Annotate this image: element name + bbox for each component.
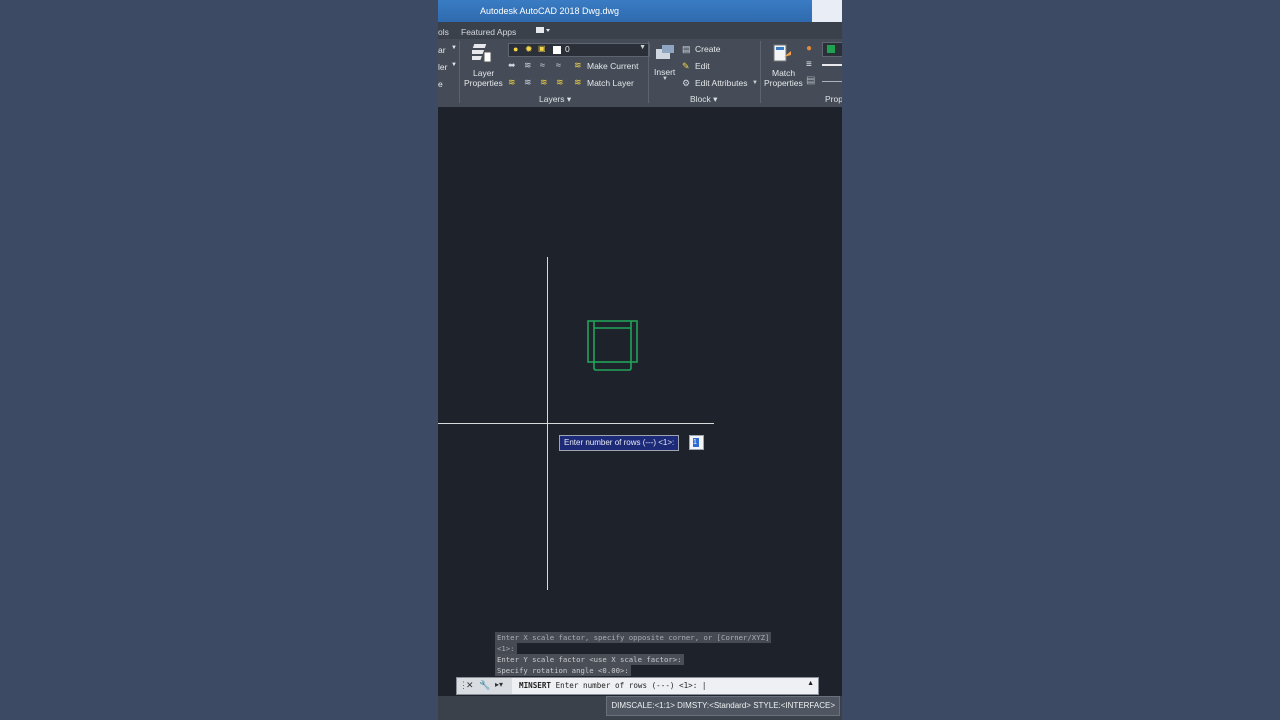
layers-panel-title[interactable]: Layers ▾: [539, 94, 571, 105]
panel-divider: [648, 41, 649, 103]
status-info: DIMSCALE:<1:1> DIMSTY:<Standard> STYLE:<…: [606, 696, 840, 716]
make-current-button[interactable]: Make Current: [587, 61, 639, 71]
autocad-window: Autodesk AutoCAD 2018 Dwg.dwg ols Featur…: [438, 0, 842, 720]
armchair-block[interactable]: [586, 318, 640, 374]
layer-dropdown[interactable]: ● ✹ ▣ 0 ▼: [508, 43, 650, 57]
close-icon[interactable]: ✕: [466, 680, 474, 691]
history-line: <1>:: [495, 643, 517, 654]
command-input[interactable]: MINSERT Enter number of rows (---) <1>: …: [519, 681, 706, 690]
match-properties-icon: [773, 44, 791, 62]
title-bar: Autodesk AutoCAD 2018 Dwg.dwg: [438, 0, 842, 22]
layer-properties-label: Layer: [473, 68, 495, 78]
layer-freeze-icon[interactable]: ≈: [540, 60, 545, 70]
make-current-icon[interactable]: ≋: [574, 60, 582, 71]
lightbulb-icon: ●: [513, 44, 519, 54]
history-line: Enter X scale factor, specify opposite c…: [495, 632, 772, 643]
ribbon-fragment-1[interactable]: ar: [438, 45, 446, 55]
layer-unisolate-icon[interactable]: ≋: [524, 77, 532, 88]
ribbon-fragment-3[interactable]: e: [438, 79, 443, 89]
dropdown-arrow-icon[interactable]: ▼: [451, 45, 457, 51]
file-name: Dwg.dwg: [582, 6, 620, 16]
command-prompt: Enter number of rows (---) <1>:: [555, 681, 698, 690]
chevron-down-icon[interactable]: ▼: [752, 80, 758, 86]
edit-block-button[interactable]: Edit: [695, 61, 710, 71]
command-line-tools: ⋮ ✕ 🔧 ▸▾: [457, 678, 512, 694]
ribbon-fragment-2[interactable]: ler: [438, 62, 447, 72]
lock-icon: ▣: [538, 44, 546, 53]
edit-attributes-icon: ⚙: [682, 78, 691, 88]
insert-block-icon: [656, 45, 674, 59]
block-panel-title[interactable]: Block ▾: [690, 94, 717, 105]
panel-divider: [459, 41, 460, 103]
layer-properties-label-2: Properties: [464, 78, 503, 88]
lineweight-dropdown[interactable]: [822, 64, 842, 66]
app-title: Autodesk AutoCAD 2018: [480, 6, 580, 16]
current-layer-name: 0: [565, 44, 570, 54]
history-line: Specify rotation angle <0.00>:: [495, 665, 631, 676]
dropdown-arrow-icon[interactable]: ▼: [451, 62, 457, 68]
layer-color-swatch: [553, 46, 561, 54]
panel-divider: [760, 41, 761, 103]
color-wheel-icon[interactable]: ●: [806, 43, 812, 54]
match-properties-label-2: Properties: [764, 78, 803, 88]
chevron-up-icon[interactable]: ▲: [807, 680, 814, 687]
color-dropdown[interactable]: [822, 42, 842, 57]
tab-featured-apps[interactable]: Featured Apps: [461, 27, 516, 37]
command-history: Enter X scale factor, specify opposite c…: [495, 632, 799, 676]
chevron-down-icon: ▼: [662, 76, 668, 82]
edit-block-icon: ✎: [682, 61, 690, 71]
create-block-icon: ▤: [682, 44, 691, 54]
sun-icon: ✹: [525, 44, 533, 54]
layer-lock-icon[interactable]: ≈: [556, 60, 561, 70]
command-line[interactable]: ⋮ ✕ 🔧 ▸▾ MINSERT Enter number of rows (-…: [456, 677, 819, 695]
layer-unlock-icon[interactable]: ≋: [556, 77, 564, 88]
wrench-icon[interactable]: 🔧: [479, 680, 490, 691]
edit-attributes-button[interactable]: Edit Attributes: [695, 78, 747, 88]
block-panel-title-text: Block: [690, 94, 711, 104]
layer-isolate-icon[interactable]: ≋: [524, 60, 532, 71]
ribbon-tab-bar: ols Featured Apps: [438, 22, 842, 39]
linetype-dropdown[interactable]: [822, 81, 842, 82]
history-line: Enter Y scale factor <use X scale factor…: [495, 654, 684, 665]
dynamic-input-prompt: Enter number of rows (---) <1>:: [559, 435, 680, 451]
properties-panel-title[interactable]: Prop: [825, 94, 842, 104]
command-name: MINSERT: [519, 681, 552, 690]
create-block-button[interactable]: Create: [695, 44, 721, 54]
layer-on-icon[interactable]: ≋: [508, 77, 516, 88]
match-layer-icon[interactable]: ≋: [574, 77, 582, 88]
crosshair-horizontal: [438, 423, 714, 424]
layer-off-icon[interactable]: ⬌: [508, 60, 516, 71]
chevron-down-icon: ▼: [639, 44, 646, 51]
dynamic-input-value: 1: [693, 438, 699, 447]
match-layer-button[interactable]: Match Layer: [587, 78, 634, 88]
recent-commands-icon[interactable]: ▸▾: [495, 680, 503, 689]
ribbon-toggle-icon[interactable]: [535, 25, 551, 37]
dynamic-input-field[interactable]: 1: [689, 435, 704, 450]
lineweight-icon[interactable]: ≡: [806, 59, 812, 70]
match-properties-label: Match: [772, 68, 796, 78]
layers-panel-title-text: Layers: [539, 94, 565, 104]
color-swatch: [827, 45, 835, 53]
linetype-icon[interactable]: ▤: [806, 75, 815, 86]
tab-tools-fragment[interactable]: ols: [438, 27, 449, 37]
window-controls[interactable]: [812, 0, 842, 22]
layer-stack-icon: [472, 44, 492, 63]
drawing-canvas[interactable]: [438, 107, 842, 696]
status-bar: DIMSCALE:<1:1> DIMSTY:<Standard> STYLE:<…: [438, 696, 842, 720]
layer-thaw-icon[interactable]: ≋: [540, 77, 548, 88]
